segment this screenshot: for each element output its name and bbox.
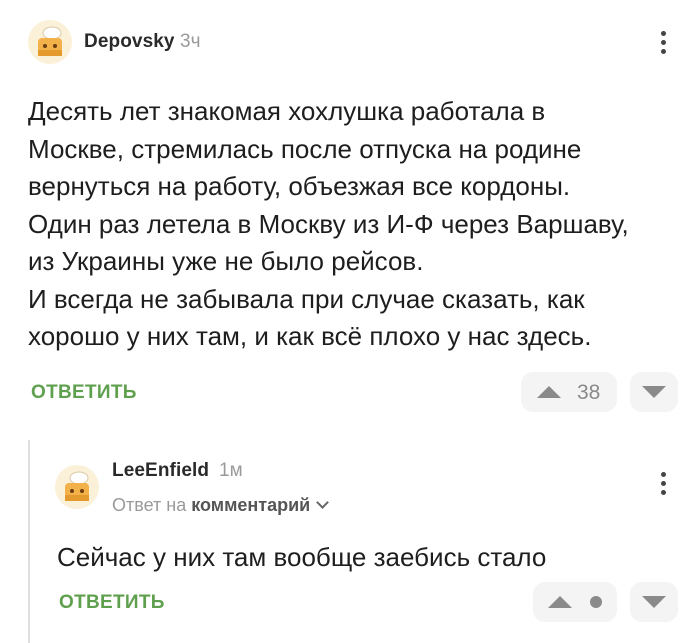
avatar[interactable]	[55, 465, 99, 509]
comment: Depovsky 3ч Десять лет знакомая хохлушка…	[0, 0, 700, 420]
kebab-menu-icon[interactable]	[658, 31, 668, 57]
comment-body-line: хорошо у них там, и как всё плохо у нас …	[28, 321, 592, 351]
reply-to-prefix: Ответ на	[112, 495, 187, 515]
vote-widget: 38	[521, 372, 617, 412]
kebab-menu-icon[interactable]	[658, 472, 668, 498]
rating-count: 38	[577, 381, 601, 404]
avatar-icon	[65, 471, 89, 501]
reply-button[interactable]: ОТВЕТИТЬ	[31, 382, 137, 404]
downvote-button[interactable]	[630, 582, 678, 622]
avatar[interactable]	[28, 20, 72, 64]
chevron-down-icon	[316, 496, 330, 509]
reply-body: Сейчас у них там вообще заебись стало	[57, 539, 546, 577]
comment-body-line: вернуться на работу, объезжая все кордон…	[28, 171, 571, 201]
comment-body-line: Один раз летела в Москву из И-Ф через Ва…	[28, 208, 629, 239]
reply-to-target: комментарий	[191, 495, 311, 515]
upvote-icon[interactable]	[537, 386, 561, 398]
comment-time: 3ч	[180, 31, 201, 52]
comment-body-line: из Украины уже не было рейсов.	[28, 246, 424, 276]
rating-hidden-dot-icon	[590, 596, 602, 608]
reply-button[interactable]: ОТВЕТИТЬ	[59, 592, 165, 614]
downvote-button[interactable]	[630, 372, 678, 412]
reply-comment: LeeEnfield 1м Ответ на комментарий Сейча…	[0, 440, 700, 643]
avatar-icon	[38, 26, 62, 56]
reply-to-link[interactable]: Ответ на комментарий	[112, 495, 330, 516]
vote-widget	[533, 582, 617, 622]
reply-username[interactable]: LeeEnfield	[112, 460, 209, 482]
reply-body-line: Сейчас у них там вообще заебись стало	[57, 542, 547, 572]
upvote-icon[interactable]	[548, 596, 572, 608]
comment-body-line: И всегда не забывала при случае сказать,…	[28, 283, 585, 314]
reply-time: 1м	[219, 460, 243, 481]
comment-body-line: Десять лет знакомая хохлушка работала в	[28, 96, 546, 126]
comment-body-line: Москве, стремилась после отпуска на роди…	[28, 133, 582, 164]
downvote-icon	[642, 596, 666, 608]
comment-username[interactable]: Depovsky	[84, 31, 175, 53]
comment-body: Десять лет знакомая хохлушка работала в …	[28, 93, 629, 356]
downvote-icon	[642, 386, 666, 398]
